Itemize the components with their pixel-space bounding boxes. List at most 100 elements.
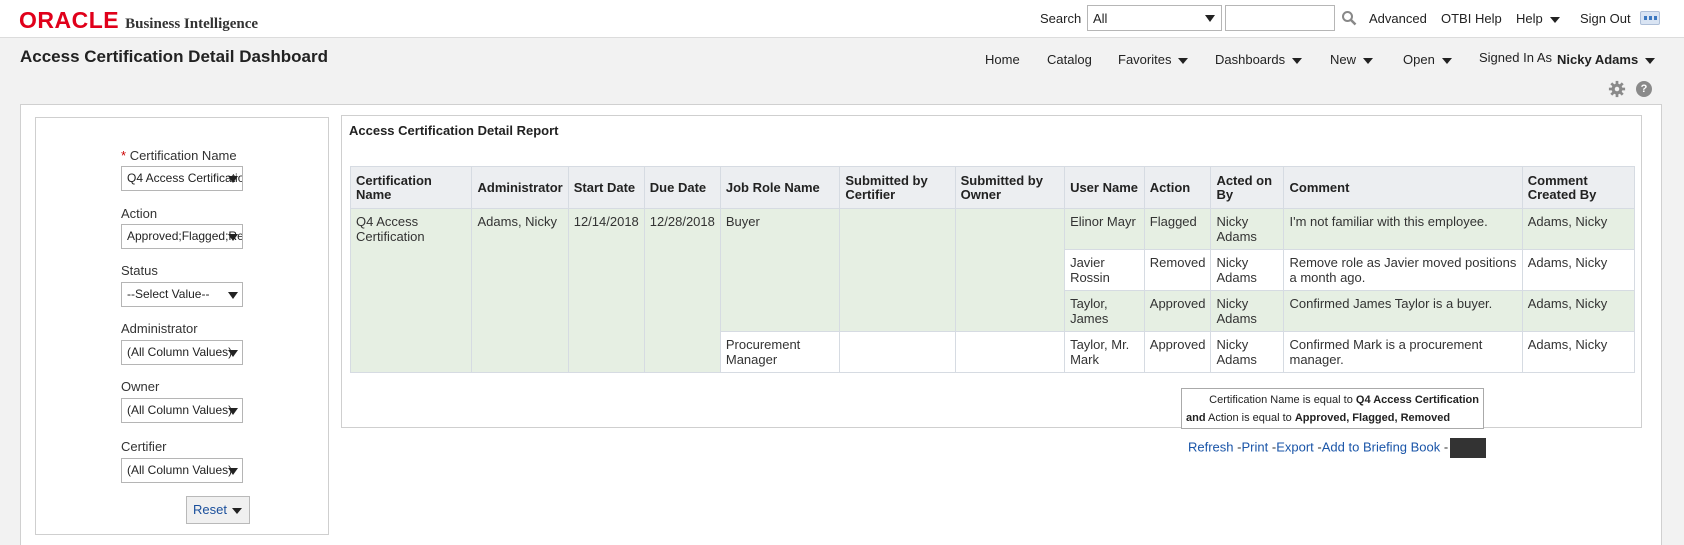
user-name-cell: Javier Rossin [1064, 249, 1145, 291]
dashboard-header: Access Certification Detail Dashboard Ho… [0, 38, 1684, 104]
certification-name-cell: Q4 Access Certification [349, 208, 473, 373]
status-select[interactable]: --Select Value-- [121, 282, 243, 307]
filter-summary: Certification Name is equal to Q4 Access… [1181, 388, 1484, 429]
status-value: --Select Value-- [127, 287, 210, 301]
start-date-cell: 12/14/2018 [567, 208, 645, 373]
report-table: Certification Name Administrator Start D… [349, 166, 1636, 373]
dashboard-body: * Certification Name Q4 Access Certifica… [0, 104, 1684, 545]
filter-prefix: Action is equal to [1208, 412, 1292, 424]
gear-icon[interactable] [1608, 80, 1626, 98]
otbi-help-link[interactable]: OTBI Help [1441, 11, 1502, 26]
nav-open[interactable]: Open [1403, 52, 1452, 67]
due-date-cell: 12/28/2018 [643, 208, 721, 373]
certification-name-select[interactable]: Q4 Access Certification [121, 166, 243, 191]
user-name-cell: Taylor, James [1064, 290, 1145, 332]
chevron-down-icon [228, 408, 238, 415]
certifier-select[interactable]: (All Column Values) [121, 458, 243, 483]
column-header[interactable]: Action [1143, 166, 1212, 209]
comment-created-by-cell: Adams, Nicky [1521, 331, 1636, 373]
filter-line-2: and Action is equal to Approved, Flagged… [1186, 409, 1479, 427]
app-launcher-icon[interactable] [1640, 11, 1660, 25]
certifier-label: Certifier [121, 439, 167, 454]
column-header[interactable]: Certification Name [349, 166, 473, 209]
chevron-down-icon [228, 292, 238, 299]
column-header[interactable]: Acted on By [1210, 166, 1285, 209]
print-link[interactable]: Print [1242, 439, 1269, 454]
nav-favorites-label: Favorites [1118, 52, 1172, 67]
comment-created-by-cell: Adams, Nicky [1521, 290, 1636, 332]
user-menu[interactable]: Nicky Adams [1557, 52, 1656, 67]
column-header[interactable]: Comment [1283, 166, 1523, 209]
chevron-down-icon [231, 507, 242, 514]
nav-catalog[interactable]: Catalog [1047, 52, 1092, 67]
reset-button[interactable]: Reset [186, 496, 250, 524]
nav-dashboards[interactable]: Dashboards [1215, 52, 1303, 67]
redacted-block [1450, 438, 1487, 458]
filter-value: Q4 Access Certification [1355, 394, 1479, 406]
administrator-select[interactable]: (All Column Values) [121, 340, 243, 365]
required-marker: * [121, 148, 127, 163]
column-header[interactable]: Submitted by Owner [954, 166, 1066, 209]
column-header[interactable]: Due Date [643, 166, 721, 209]
chevron-down-icon [1292, 57, 1303, 64]
filter-value: Approved, Flagged, Removed [1294, 412, 1451, 424]
nav-new-label: New [1330, 52, 1357, 67]
help-menu[interactable]: Help [1516, 11, 1560, 26]
nav-favorites[interactable]: Favorites [1118, 52, 1189, 67]
nav-home[interactable]: Home [985, 52, 1020, 67]
oracle-logo[interactable]: ORACLE Business Intelligence [19, 7, 258, 34]
certification-name-label-text: Certification Name [129, 148, 237, 163]
status-label: Status [121, 263, 158, 278]
owner-select[interactable]: (All Column Values) [121, 398, 243, 423]
column-header[interactable]: Start Date [567, 166, 645, 209]
filter-line-1: Certification Name is equal to Q4 Access… [1186, 391, 1479, 409]
nav-dashboards-label: Dashboards [1215, 52, 1286, 67]
search-scope-select[interactable]: All [1087, 5, 1222, 31]
column-header[interactable]: Administrator [471, 166, 569, 209]
action-cell: Approved [1143, 331, 1212, 373]
action-cell: Approved [1143, 290, 1212, 332]
sign-out-link[interactable]: Sign Out [1580, 11, 1631, 26]
action-cell: Removed [1143, 249, 1212, 291]
action-select[interactable]: Approved;Flagged;Removed [121, 224, 243, 249]
owner-value: (All Column Values) [127, 403, 233, 417]
administrator-label: Administrator [121, 321, 198, 336]
advanced-search-link[interactable]: Advanced [1369, 11, 1427, 26]
acted-on-by-cell: Nicky Adams [1210, 249, 1285, 291]
comment-cell: I'm not familiar with this employee. [1283, 208, 1523, 250]
help-icon[interactable]: ? [1636, 81, 1652, 97]
chevron-down-icon [228, 176, 238, 183]
chevron-down-icon [1549, 16, 1560, 23]
table-row: Q4 Access Certification Adams, Nicky 12/… [349, 208, 1636, 373]
user-name: Nicky Adams [1557, 52, 1639, 67]
search-icon[interactable] [1341, 10, 1357, 26]
report-title: Access Certification Detail Report [349, 123, 559, 138]
refresh-link[interactable]: Refresh [1188, 439, 1234, 454]
nav-new[interactable]: New [1330, 52, 1374, 67]
action-label: Action [121, 206, 158, 221]
search-input[interactable] [1225, 5, 1335, 31]
dashboard-page: * Certification Name Q4 Access Certifica… [20, 104, 1662, 545]
column-header[interactable]: Comment Created By [1521, 166, 1636, 209]
chevron-down-icon [1363, 57, 1374, 64]
report-view: Access Certification Detail Report Certi… [341, 115, 1642, 458]
comment-cell: Remove role as Javier moved positions a … [1283, 249, 1523, 291]
comment-created-by-cell: Adams, Nicky [1521, 208, 1636, 250]
nav-open-label: Open [1403, 52, 1435, 67]
chevron-down-icon [1178, 57, 1189, 64]
column-header[interactable]: Submitted by Certifier [839, 166, 956, 209]
reset-label: Reset [193, 502, 227, 517]
acted-on-by-cell: Nicky Adams [1210, 290, 1285, 332]
column-header[interactable]: Job Role Name [719, 166, 841, 209]
column-header[interactable]: User Name [1064, 166, 1145, 209]
help-menu-label: Help [1516, 11, 1543, 26]
chevron-down-icon [1441, 57, 1452, 64]
filter-prefix: Certification Name is equal to [1209, 394, 1353, 406]
action-value: Approved;Flagged;Removed [127, 229, 242, 243]
export-link[interactable]: Export [1276, 439, 1314, 454]
chevron-down-icon [228, 468, 238, 475]
add-to-briefing-book-link[interactable]: Add to Briefing Book [1322, 439, 1441, 454]
comment-cell: Confirmed James Taylor is a buyer. [1283, 290, 1523, 332]
chevron-down-icon [1205, 15, 1215, 22]
oracle-wordmark: ORACLE [19, 7, 120, 33]
